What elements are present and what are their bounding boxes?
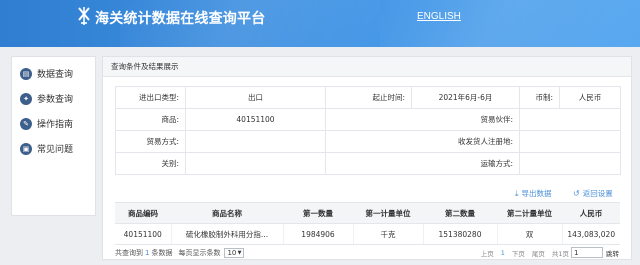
commodity-label: 商品: — [115, 108, 186, 131]
header-decoration — [380, 0, 640, 47]
cell-code: 40151100 — [115, 223, 172, 245]
column-header: 第二计量单位 — [497, 202, 562, 224]
chevron-down-icon: ▼ — [237, 250, 242, 256]
goto-button[interactable]: 跳转 — [606, 248, 619, 258]
partner-value — [519, 108, 621, 131]
trade-type-label: 进出口类型: — [115, 86, 186, 109]
column-header: 商品编码 — [115, 202, 171, 224]
sidebar-item-data-query[interactable]: ▤ 数据查询 — [12, 61, 95, 86]
total-pages: 共1页 — [551, 249, 569, 258]
column-header: 第一计量单位 — [353, 202, 423, 224]
cell-name: 硫化橡胶制外科用分指... — [171, 223, 284, 245]
data-query-icon: ▤ — [20, 67, 32, 80]
period-label: 起止时间: — [325, 86, 412, 109]
column-header: 第二数量 — [423, 202, 497, 224]
trade-mode-label: 贸易方式: — [115, 130, 186, 153]
column-header: 商品名称 — [171, 202, 283, 224]
next-page-link[interactable]: 下页 — [512, 248, 525, 258]
sidebar-item-label: 常见问题 — [37, 145, 74, 155]
currency-value: 人民币 — [559, 86, 621, 109]
cell-unit1: 千克 — [353, 223, 424, 245]
back-to-settings-button[interactable]: ↺ 返回设置 — [573, 188, 613, 199]
results-table: 商品编码 商品名称 第一数量 第一计量单位 第二数量 第二计量单位 人民币 40… — [115, 202, 620, 245]
criteria-row: 贸易方式: 收发货人注册地: — [115, 130, 621, 153]
download-icon: ⤓ — [515, 188, 519, 198]
page-size-value: 10 — [227, 249, 237, 257]
consignee-value — [519, 130, 621, 153]
criteria-row: 进出口类型: 出口 起止时间: 2021年6月-6月 币制: 人民币 — [115, 86, 621, 109]
results-summary: 共查询到 1 条数据 每页显示条数 10 ▼ — [115, 248, 245, 258]
customs-value — [185, 152, 326, 175]
current-page[interactable]: 1 — [501, 249, 505, 257]
customs-label: 关别: — [115, 152, 186, 175]
total-prefix: 共查询到 — [115, 249, 143, 257]
return-icon: ↺ — [573, 189, 580, 198]
currency-label: 币制: — [519, 86, 560, 109]
results-header-row: 商品编码 商品名称 第一数量 第一计量单位 第二数量 第二计量单位 人民币 — [115, 202, 620, 224]
sidebar-item-faq[interactable]: ▣ 常见问题 — [12, 136, 95, 161]
criteria-table: 进出口类型: 出口 起止时间: 2021年6月-6月 币制: 人民币 商品: 4… — [115, 86, 621, 175]
page-size-label: 每页显示条数 — [178, 249, 221, 257]
goto-page-input[interactable] — [571, 247, 603, 258]
cell-unit2: 双 — [497, 223, 563, 245]
customs-logo-icon — [78, 7, 90, 25]
criteria-row: 商品: 40151100 贸易伙伴: — [115, 108, 621, 131]
total-suffix: 条数据 — [151, 249, 173, 257]
cell-rmb: 143,083,020 — [562, 223, 620, 245]
transport-label: 运输方式: — [325, 152, 520, 175]
table-row: 40151100 硫化橡胶制外科用分指... 1984906 千克 151380… — [115, 223, 620, 245]
page-size-select[interactable]: 10 ▼ — [224, 248, 245, 258]
sidebar-item-parameter-query[interactable]: ✦ 参数查询 — [12, 86, 95, 111]
sidebar: ▤ 数据查询 ✦ 参数查询 ✎ 操作指南 ▣ 常见问题 — [11, 56, 96, 216]
main-panel: 查询条件及结果展示 进出口类型: 出口 起止时间: 2021年6月-6月 币制:… — [102, 56, 632, 260]
criteria-row: 关别: 运输方式: — [115, 152, 621, 175]
cell-qty2: 151380280 — [423, 223, 498, 245]
cell-qty1: 1984906 — [283, 223, 354, 245]
panel-title: 查询条件及结果展示 — [103, 57, 631, 77]
faq-icon: ▣ — [20, 142, 32, 155]
page-body: ▤ 数据查询 ✦ 参数查询 ✎ 操作指南 ▣ 常见问题 查询条件及结果展示 进出… — [0, 47, 640, 265]
transport-value — [519, 152, 621, 175]
consignee-label: 收发货人注册地: — [325, 130, 520, 153]
period-value: 2021年6月-6月 — [411, 86, 520, 109]
guide-icon: ✎ — [20, 117, 32, 130]
trade-type-value: 出口 — [185, 86, 326, 109]
export-label: 导出数据 — [521, 189, 552, 198]
column-header: 第一数量 — [283, 202, 353, 224]
back-label: 返回设置 — [582, 189, 613, 198]
sidebar-item-label: 数据查询 — [37, 70, 74, 80]
column-header: 人民币 — [562, 202, 620, 224]
english-link[interactable]: ENGLISH — [417, 11, 461, 22]
trade-mode-value — [185, 130, 326, 153]
pagination: 上页 1 下页 尾页 共1页 跳转 — [474, 247, 619, 258]
partner-label: 贸易伙伴: — [325, 108, 520, 131]
prev-page-link[interactable]: 上页 — [481, 248, 494, 258]
sidebar-item-label: 参数查询 — [37, 95, 74, 105]
site-header: 海关统计数据在线查询平台 ENGLISH — [0, 0, 640, 47]
site-title: 海关统计数据在线查询平台 — [95, 11, 266, 27]
export-button[interactable]: ⤓ 导出数据 — [515, 188, 552, 199]
commodity-value: 40151100 — [185, 108, 326, 131]
parameter-query-icon: ✦ — [20, 92, 32, 105]
total-count: 1 — [145, 249, 150, 257]
last-page-link[interactable]: 尾页 — [532, 248, 545, 258]
sidebar-item-guide[interactable]: ✎ 操作指南 — [12, 111, 95, 136]
sidebar-item-label: 操作指南 — [37, 120, 74, 130]
